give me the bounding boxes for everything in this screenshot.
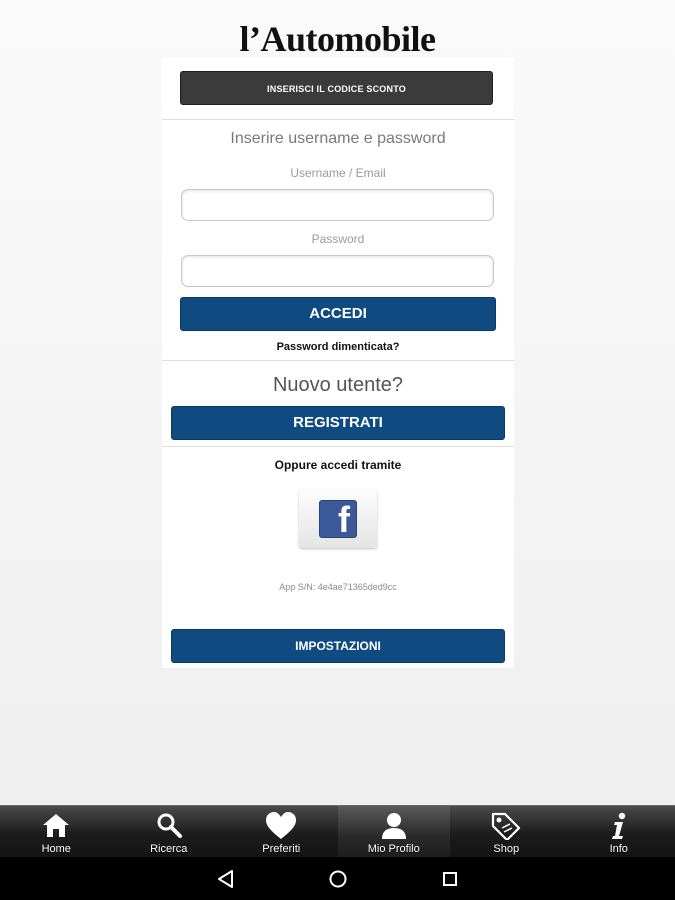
app-serial-number: App S/N: 4e4ae71365ded9cc <box>279 582 397 592</box>
username-field[interactable] <box>181 189 494 221</box>
recents-square-icon[interactable] <box>435 865 465 893</box>
user-icon <box>381 813 406 839</box>
info-icon <box>611 812 625 839</box>
forgot-password-link[interactable]: Password dimenticata? <box>162 341 514 353</box>
tab-my-profile[interactable]: Mio Profilo <box>337 806 450 857</box>
password-label: Password <box>311 232 365 246</box>
system-navigation-bar <box>0 857 675 900</box>
settings-button[interactable]: IMPOSTAZIONI <box>171 629 505 663</box>
search-icon <box>157 813 182 838</box>
divider <box>162 119 514 120</box>
app-logo-title: l’Automobile <box>239 19 437 59</box>
tab-favorites[interactable]: Preferiti <box>225 806 338 857</box>
login-title: Inserire username e password <box>230 130 446 147</box>
back-icon[interactable] <box>211 865 241 893</box>
login-panel: INSERISCI IL CODICE SCONTO Inserire user… <box>162 58 514 668</box>
new-user-title: Nuovo utente? <box>272 374 404 396</box>
divider <box>162 360 514 361</box>
divider <box>162 446 514 447</box>
tab-search[interactable]: Ricerca <box>113 806 226 857</box>
facebook-icon: f <box>319 500 357 538</box>
heart-icon <box>266 812 297 839</box>
coupon-code-button[interactable]: INSERISCI IL CODICE SCONTO <box>180 71 493 105</box>
home-circle-icon[interactable] <box>323 865 353 893</box>
facebook-login-button[interactable]: f <box>299 490 377 548</box>
bottom-tab-bar: Home Ricerca Preferiti Mio Profilo Shop <box>0 805 675 857</box>
tab-home[interactable]: Home <box>0 806 113 857</box>
password-field[interactable] <box>181 255 494 287</box>
username-label: Username / Email <box>290 166 386 180</box>
tab-info[interactable]: Info <box>563 806 675 857</box>
tag-icon <box>492 812 521 840</box>
login-button[interactable]: ACCEDI <box>180 297 496 331</box>
alternative-login-title: Oppure accedi tramite <box>274 458 402 472</box>
tab-shop[interactable]: Shop <box>450 806 563 857</box>
register-button[interactable]: REGISTRATI <box>171 406 505 440</box>
home-icon <box>43 814 70 837</box>
